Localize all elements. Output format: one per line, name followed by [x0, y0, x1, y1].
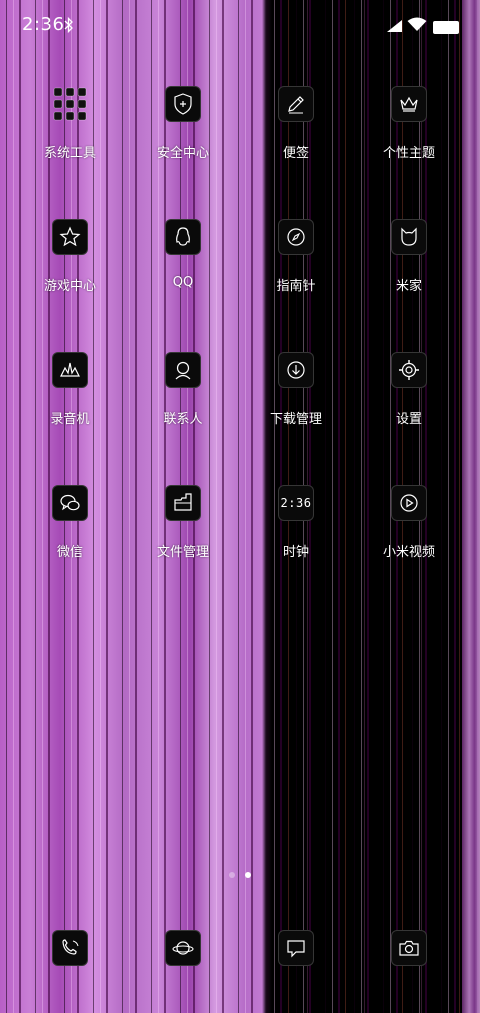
- app-label: 联系人: [163, 412, 203, 427]
- dock-camera[interactable]: [353, 930, 465, 970]
- crown-icon: [391, 86, 427, 122]
- app-label: 时钟: [282, 545, 309, 560]
- waveform-icon: [52, 352, 88, 388]
- app-label: 微信: [56, 545, 83, 560]
- download-icon: [278, 352, 314, 388]
- app-mi-video[interactable]: 小米视频: [353, 485, 465, 585]
- page-indicator: [0, 872, 480, 880]
- browser-planet-icon: [165, 930, 201, 966]
- clock-tile-time: 2:36: [280, 496, 312, 510]
- dock-messages[interactable]: [240, 930, 352, 970]
- page-dot[interactable]: [229, 872, 235, 878]
- app-label: 安全中心: [156, 146, 209, 161]
- app-label: 系统工具: [43, 146, 96, 161]
- wifi-icon: [407, 17, 427, 32]
- phone-icon: [52, 930, 88, 966]
- app-system-tools[interactable]: 系统工具: [14, 86, 126, 186]
- status-bar: 2:36: [0, 0, 480, 54]
- clock-icon: 2:36: [278, 485, 314, 521]
- folder-icon: [165, 485, 201, 521]
- app-label: 下载管理: [269, 412, 322, 427]
- camera-icon: [391, 930, 427, 966]
- signal-icon: [386, 18, 403, 32]
- cat-icon: [391, 219, 427, 255]
- app-qq[interactable]: QQ: [127, 219, 239, 319]
- app-contacts[interactable]: 联系人: [127, 352, 239, 452]
- app-wechat[interactable]: 微信: [14, 485, 126, 585]
- app-game-center[interactable]: 游戏中心: [14, 219, 126, 319]
- app-compass[interactable]: 指南针: [240, 219, 352, 319]
- app-label: 游戏中心: [43, 279, 96, 294]
- home-screen: 2:36 系统工具 安全中心 便签 个性主题 游戏中心 QQ 指南针 米家 录音…: [0, 0, 480, 1013]
- play-icon: [391, 485, 427, 521]
- folder-grid-icon: [52, 86, 88, 122]
- chat-bubbles-icon: [52, 485, 88, 521]
- bluetooth-icon: [64, 16, 74, 34]
- app-label: 指南针: [276, 279, 316, 294]
- app-downloads[interactable]: 下载管理: [240, 352, 352, 452]
- app-mijia[interactable]: 米家: [353, 219, 465, 319]
- dock-browser[interactable]: [127, 930, 239, 970]
- app-file-manager[interactable]: 文件管理: [127, 485, 239, 585]
- pencil-icon: [278, 86, 314, 122]
- app-clock[interactable]: 2:36 时钟: [240, 485, 352, 585]
- app-label: 设置: [395, 412, 422, 427]
- star-icon: [52, 219, 88, 255]
- app-security-center[interactable]: 安全中心: [127, 86, 239, 186]
- app-notes[interactable]: 便签: [240, 86, 352, 186]
- dock-phone[interactable]: [14, 930, 126, 970]
- person-icon: [165, 352, 201, 388]
- app-recorder[interactable]: 录音机: [14, 352, 126, 452]
- app-label: QQ: [172, 275, 194, 290]
- app-themes[interactable]: 个性主题: [353, 86, 465, 186]
- gear-icon: [391, 352, 427, 388]
- battery-icon: [433, 19, 459, 34]
- shield-plus-icon: [165, 86, 201, 122]
- app-label: 文件管理: [156, 545, 209, 560]
- status-time: 2:36: [22, 14, 65, 35]
- app-label: 米家: [395, 279, 422, 294]
- app-label: 小米视频: [382, 545, 435, 560]
- app-label: 便签: [282, 146, 309, 161]
- app-label: 录音机: [50, 412, 90, 427]
- page-dot-active[interactable]: [245, 872, 251, 878]
- app-settings[interactable]: 设置: [353, 352, 465, 452]
- message-icon: [278, 930, 314, 966]
- app-label: 个性主题: [382, 146, 435, 161]
- penguin-icon: [165, 219, 201, 255]
- compass-icon: [278, 219, 314, 255]
